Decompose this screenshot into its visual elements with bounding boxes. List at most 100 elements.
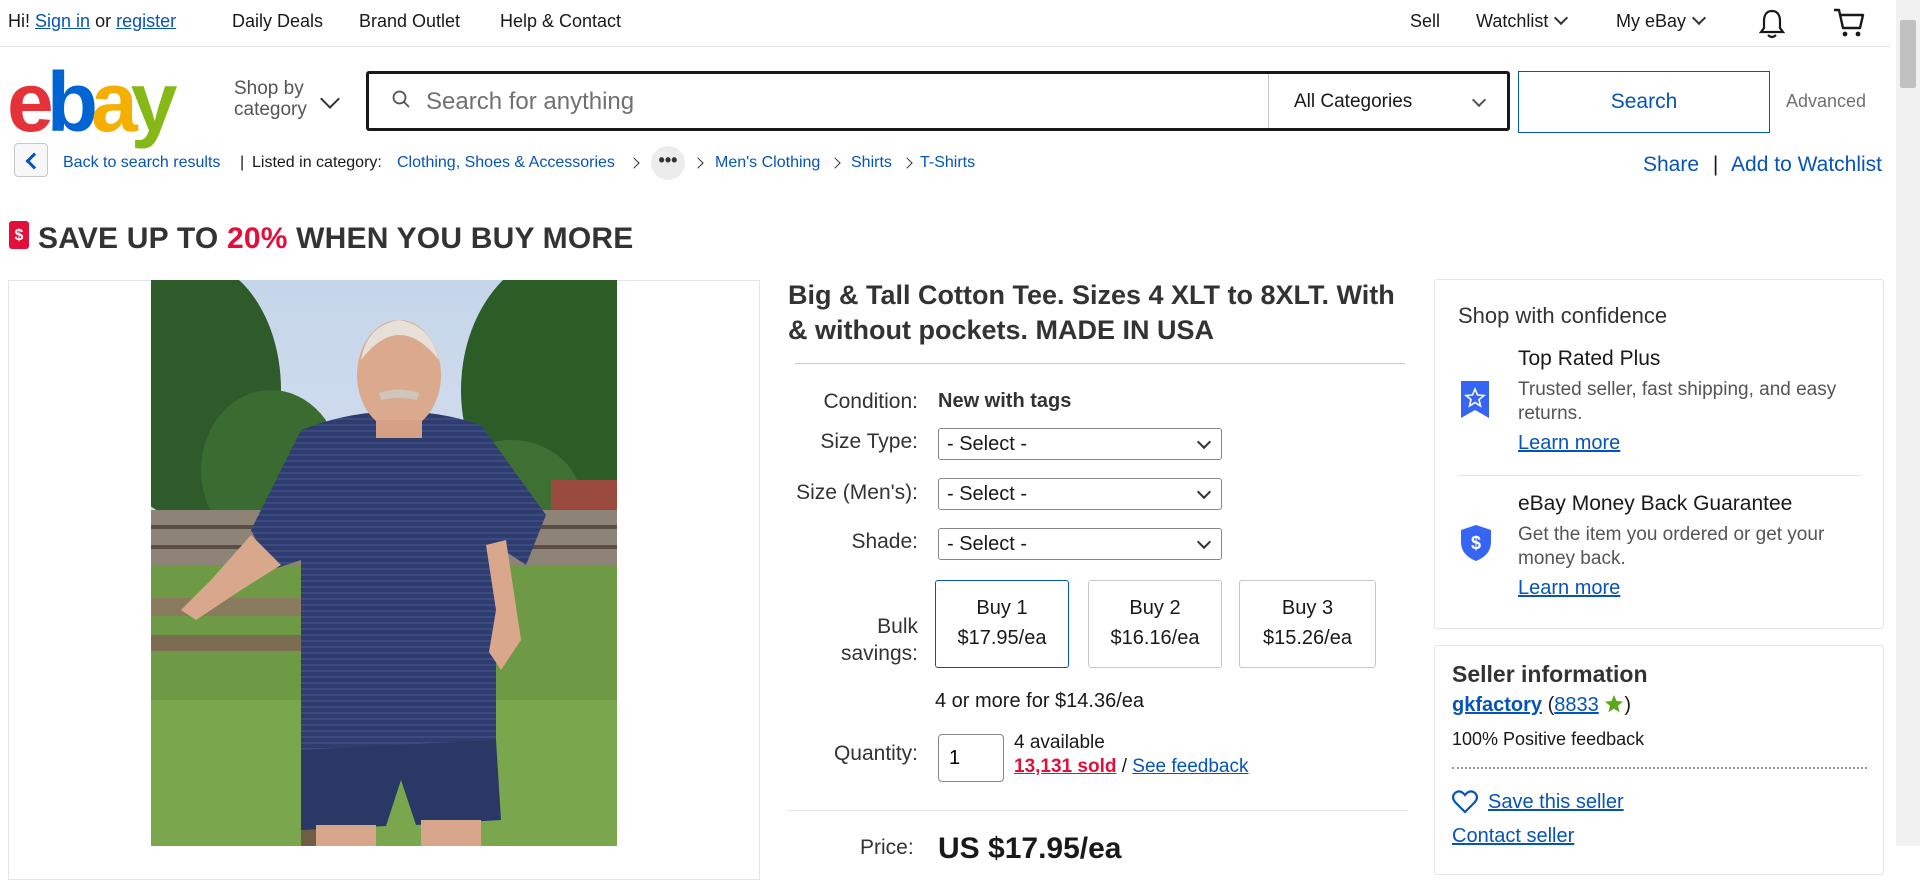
- bell-icon[interactable]: [1757, 8, 1787, 45]
- sold-count-link[interactable]: 13,131 sold: [1014, 756, 1116, 777]
- register-link[interactable]: register: [116, 11, 176, 31]
- category-select[interactable]: All Categories: [1294, 91, 1412, 113]
- seller-title: Seller information: [1452, 661, 1648, 687]
- advanced-search-link[interactable]: Advanced: [1786, 91, 1866, 112]
- separator: |: [1712, 153, 1719, 176]
- my-ebay-label: My eBay: [1616, 11, 1687, 31]
- divider: [1452, 767, 1867, 769]
- top-rated-heading: Top Rated Plus: [1518, 347, 1661, 370]
- money-back-shield-icon: $: [1461, 525, 1491, 561]
- bulk-option-buy-2[interactable]: Buy 2 $16.16/ea: [1088, 580, 1222, 668]
- search-button[interactable]: Search: [1518, 71, 1770, 133]
- seller-line: gkfactory (8833 ): [1452, 694, 1631, 717]
- sale-tag-icon: $: [9, 221, 29, 249]
- my-ebay-menu[interactable]: My eBay: [1616, 10, 1707, 32]
- back-arrow-icon[interactable]: [14, 143, 48, 177]
- scrollbar-thumb[interactable]: [1900, 20, 1916, 88]
- logo-letter: e: [7, 55, 54, 149]
- money-back-desc: Get the item you ordered or get your mon…: [1518, 524, 1825, 569]
- condition-label: Condition:: [823, 390, 918, 413]
- divider: [795, 363, 1405, 364]
- cart-icon[interactable]: [1832, 7, 1866, 44]
- heart-icon[interactable]: [1452, 790, 1478, 814]
- divider: [788, 810, 1408, 811]
- help-contact-link[interactable]: Help & Contact: [500, 11, 621, 32]
- price-label: Price:: [860, 836, 914, 859]
- bulk-label-line: savings:: [840, 642, 918, 665]
- quantity-label: Quantity:: [833, 742, 918, 765]
- size-label: Size (Men's):: [796, 481, 918, 504]
- positive-feedback: 100% Positive feedback: [1452, 729, 1645, 749]
- size-type-select[interactable]: - Select -: [938, 428, 1222, 460]
- greeting: Hi! Sign in or register: [8, 11, 176, 32]
- chevron-right-icon: [829, 157, 841, 169]
- money-back-heading: eBay Money Back Guarantee: [1518, 492, 1793, 515]
- sign-in-link[interactable]: Sign in: [35, 11, 90, 31]
- bulk-qty: Buy 2: [1129, 597, 1181, 619]
- paren-close: ): [1624, 694, 1631, 716]
- bulk-savings-label: Bulk savings:: [788, 613, 918, 667]
- bulk-label-line: Bulk: [877, 615, 918, 638]
- breadcrumb-item[interactable]: Clothing, Shoes & Accessories: [397, 154, 615, 172]
- size-type-label: Size Type:: [820, 430, 918, 453]
- logo-letter: y: [130, 55, 178, 149]
- contact-seller-link[interactable]: Contact seller: [1452, 825, 1574, 848]
- scrollbar-track[interactable]: [1896, 0, 1920, 846]
- search-icon: [392, 90, 410, 108]
- size-select[interactable]: - Select -: [938, 478, 1222, 510]
- see-feedback-link[interactable]: See feedback: [1132, 756, 1248, 777]
- promo-banner: SAVE UP TO 20% WHEN YOU BUY MORE: [38, 222, 633, 256]
- or-text: or: [95, 11, 112, 31]
- chevron-down-icon: [1691, 10, 1707, 26]
- logo-letter: b: [46, 55, 98, 149]
- breadcrumb-more-button[interactable]: •••: [651, 146, 685, 180]
- chevron-right-icon: [628, 157, 640, 169]
- chevron-down-icon: [1554, 10, 1569, 26]
- breadcrumb-item[interactable]: Men's Clothing: [715, 154, 820, 172]
- watchlist-label: Watchlist: [1476, 11, 1549, 31]
- sold-line: 13,131 sold / See feedback: [1014, 756, 1249, 778]
- bulk-qty: Buy 3: [1281, 597, 1334, 619]
- learn-more-link[interactable]: Learn more: [1518, 577, 1620, 600]
- divider: [1458, 475, 1861, 476]
- shade-select[interactable]: - Select -: [938, 528, 1222, 560]
- quantity-input[interactable]: [938, 734, 1004, 782]
- shade-label: Shade:: [851, 530, 918, 553]
- brand-outlet-link[interactable]: Brand Outlet: [359, 11, 460, 32]
- breadcrumb-item[interactable]: Shirts: [851, 154, 892, 172]
- bulk-option-buy-3[interactable]: Buy 3 $15.26/ea: [1239, 580, 1376, 668]
- seller-score-link[interactable]: 8833: [1554, 694, 1599, 716]
- separator: |: [240, 154, 245, 171]
- top-rated-desc: Trusted seller, fast shipping, and easy …: [1518, 379, 1837, 424]
- chevron-right-icon: [901, 157, 913, 169]
- confidence-title: Shop with confidence: [1458, 303, 1668, 328]
- search-input[interactable]: [424, 74, 1258, 130]
- bulk-price: $16.16/ea: [1110, 627, 1200, 649]
- breadcrumb-item[interactable]: T-Shirts: [920, 154, 975, 172]
- shop-by-category-button[interactable]: Shop by category: [234, 78, 307, 120]
- bulk-option-buy-1[interactable]: Buy 1 $17.95/ea: [935, 580, 1069, 668]
- daily-deals-link[interactable]: Daily Deals: [232, 11, 323, 32]
- greeting-text: Hi!: [8, 11, 30, 31]
- save-seller-link[interactable]: Save this seller: [1488, 791, 1624, 814]
- chevron-right-icon: [692, 157, 704, 169]
- ebay-logo[interactable]: ebay: [7, 60, 177, 144]
- add-to-watchlist-link[interactable]: Add to Watchlist: [1731, 153, 1882, 176]
- listed-in-label: Listed in category:: [252, 154, 382, 171]
- svg-text:$: $: [1471, 533, 1481, 553]
- back-to-search-link[interactable]: Back to search results: [63, 154, 220, 172]
- watchlist-menu[interactable]: Watchlist: [1476, 10, 1569, 32]
- separator: /: [1121, 756, 1128, 777]
- seller-name-link[interactable]: gkfactory: [1452, 694, 1542, 716]
- product-photo[interactable]: [151, 280, 617, 846]
- top-nav-bar: Hi! Sign in or register Daily Deals Bran…: [0, 0, 1890, 47]
- share-link[interactable]: Share: [1643, 153, 1699, 176]
- learn-more-link[interactable]: Learn more: [1518, 432, 1620, 455]
- price-value: US $17.95/ea: [938, 832, 1122, 865]
- star-icon: [1605, 695, 1624, 713]
- top-rated-badge-icon: [1461, 381, 1489, 418]
- sell-link[interactable]: Sell: [1410, 11, 1440, 32]
- available-count: 4 available: [1014, 732, 1105, 753]
- chevron-down-icon: [320, 89, 340, 109]
- bulk-more-text: 4 or more for $14.36/ea: [935, 690, 1145, 712]
